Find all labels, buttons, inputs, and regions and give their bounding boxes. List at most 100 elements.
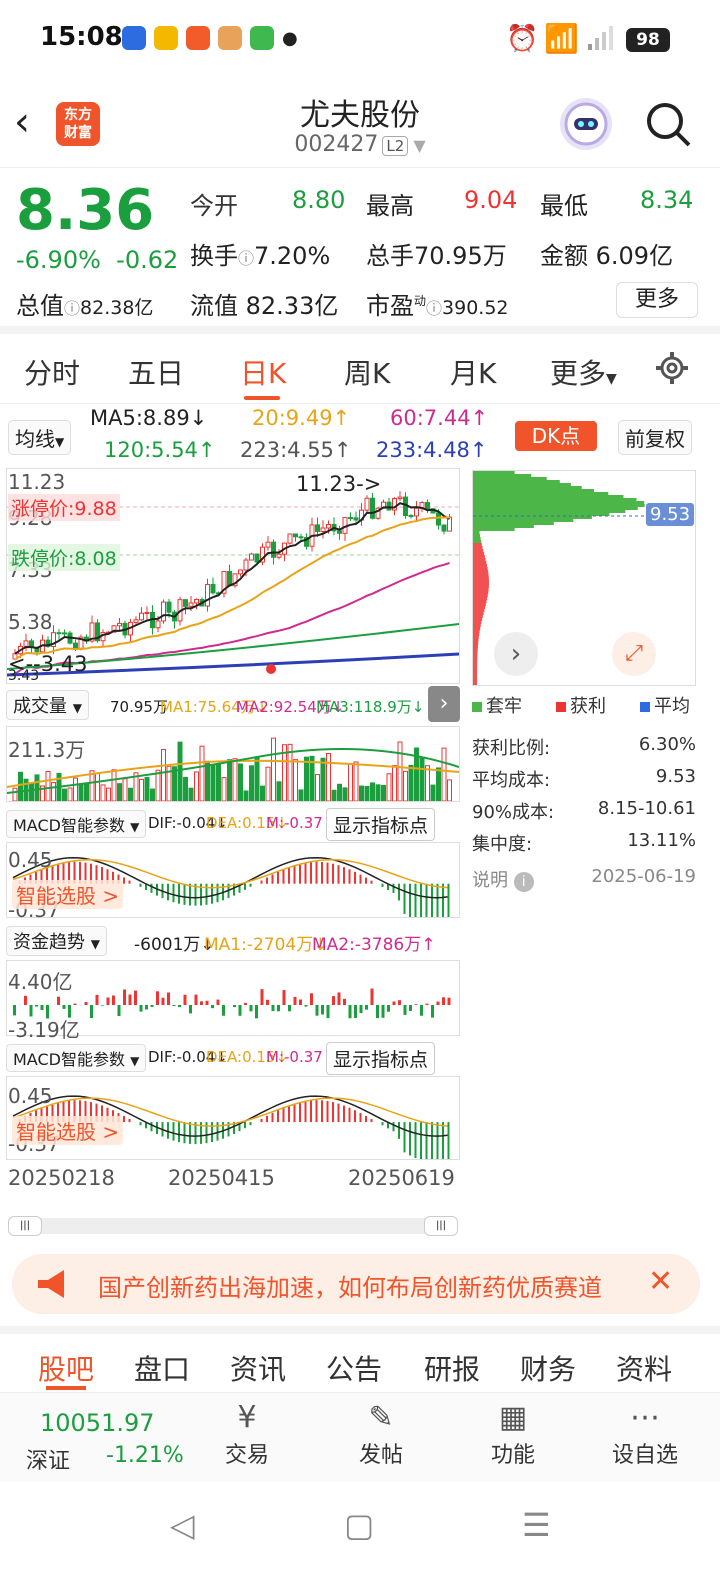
candle (144, 611, 150, 614)
chip-note-row[interactable]: 说明 i 2025-06-19 (472, 866, 696, 892)
date-label: 20250218 (8, 1166, 115, 1190)
app-notification-icon (218, 26, 242, 50)
chevron-right-icon[interactable]: › (494, 632, 538, 676)
tab-daily-k[interactable]: 日K (240, 352, 286, 392)
ma-selector[interactable]: 均线▼ (8, 420, 72, 455)
macd-bar (409, 1122, 411, 1156)
volume-bar (51, 782, 56, 802)
vol-ma3: MA3:118.9万↓ (316, 698, 425, 716)
chip-bar (473, 546, 483, 549)
tab-five-day[interactable]: 五日 (128, 352, 184, 392)
volume-selector[interactable]: 成交量 ▼ (6, 690, 89, 720)
legend-avg: 平均 (640, 692, 690, 718)
volume-bar (183, 776, 188, 802)
high-label: 最高 (366, 192, 414, 220)
bottom-bar: 10051.97 深证 -1.21% ¥ 交易 ✎ 发帖 ▦ 功能 ⋯ 设自选 (0, 1392, 720, 1482)
tab-profile[interactable]: 资料 (616, 1348, 672, 1388)
fund-bar (62, 1005, 66, 1009)
macd2-selector[interactable]: MACD智能参数 ▼ (6, 1044, 147, 1072)
megaphone-icon (38, 1270, 64, 1298)
macd-bar (183, 1122, 186, 1144)
volume-bar (249, 765, 254, 802)
low-value: 8.34 (640, 186, 694, 214)
notification-icons: ● (122, 26, 298, 50)
fund-bar (304, 1005, 308, 1007)
tab-forum[interactable]: 股吧 (38, 1348, 94, 1388)
function-button[interactable]: ▦ 功能 (468, 1393, 558, 1469)
volume-bar (370, 782, 375, 802)
stock-header: ‹ 东方 财富 尤夫股份 002427 L2 ▼ (0, 80, 720, 168)
search-icon[interactable] (644, 100, 692, 148)
trade-button[interactable]: ¥ 交易 (202, 1393, 292, 1469)
volume-bar (298, 789, 304, 802)
macd-selector[interactable]: MACD智能参数 ▼ (6, 810, 147, 838)
tab-order-book[interactable]: 盘口 (134, 1348, 190, 1388)
tab-research[interactable]: 研报 (424, 1348, 480, 1388)
volume-bar (210, 765, 216, 802)
chip-bar (473, 498, 637, 501)
add-watchlist-button[interactable]: ⋯ 设自选 (600, 1393, 690, 1469)
index-value[interactable]: 10051.97 (40, 1409, 155, 1437)
smart-pick-link[interactable]: 智能选股 > (12, 880, 124, 909)
macd-bar (315, 861, 318, 884)
chip-bar (473, 600, 487, 603)
fund-bar (277, 1005, 280, 1012)
macd-bar (431, 1122, 433, 1163)
tab-finance[interactable]: 财务 (520, 1348, 576, 1388)
show-indicator-button[interactable]: 显示指标点 (326, 1042, 436, 1075)
tab-intraday[interactable]: 分时 (24, 352, 80, 392)
candle (386, 501, 392, 511)
macd-bar (343, 867, 345, 884)
dk-point-button[interactable]: DK点 (515, 421, 597, 451)
macd-bar (244, 1122, 246, 1129)
expand-icon[interactable]: ⤢ (612, 632, 656, 676)
macd-bar (128, 1118, 131, 1123)
range-handle-left[interactable]: ||| (8, 1216, 42, 1236)
tab-announcements[interactable]: 公告 (326, 1348, 382, 1388)
show-indicator-button[interactable]: 显示指标点 (326, 808, 436, 841)
range-scrollbar[interactable]: ||| ||| (8, 1216, 458, 1236)
nav-menu-icon[interactable]: ☰ (522, 1506, 551, 1544)
open-field: 今开 (190, 192, 238, 220)
chevron-right-icon[interactable]: › (428, 686, 460, 722)
stock-code-row[interactable]: 002427 L2 ▼ (0, 132, 720, 157)
fund-bar (123, 989, 126, 1005)
fund-bar (84, 1002, 88, 1005)
tab-monthly-k[interactable]: 月K (450, 352, 496, 392)
nav-home-icon[interactable]: ▢ (344, 1506, 374, 1544)
fund-bar (392, 1001, 396, 1005)
chip-bar (473, 576, 489, 579)
nav-back-icon[interactable]: ◁ (170, 1506, 195, 1544)
close-icon[interactable]: ✕ (648, 1264, 673, 1299)
macd-bar (299, 1102, 301, 1123)
battery-icon: 98 (626, 28, 670, 52)
macd-bar (178, 883, 180, 904)
candle (408, 515, 414, 518)
gear-icon[interactable] (654, 350, 690, 386)
smart-pick-link[interactable]: 智能选股 > (12, 1116, 124, 1145)
fund-bar (150, 1005, 154, 1007)
volume-bar (408, 764, 414, 802)
more-button[interactable]: 更多 (616, 282, 698, 318)
volume-bar (139, 778, 144, 802)
assistant-avatar[interactable] (560, 98, 612, 150)
chip-bar (473, 594, 488, 597)
tab-weekly-k[interactable]: 周K (344, 352, 390, 392)
news-banner[interactable]: 国产创新药出海加速，如何布局创新药优质赛道 ✕ (12, 1254, 700, 1314)
tab-news[interactable]: 资讯 (230, 1348, 286, 1388)
range-handle-right[interactable]: ||| (424, 1216, 458, 1236)
volume-bar (403, 770, 408, 802)
chip-bar (473, 567, 488, 570)
macd-bar (310, 861, 312, 884)
adjust-button[interactable]: 前复权 (618, 420, 692, 455)
volume-bar (106, 787, 111, 802)
date-label: 20250619 (348, 1166, 455, 1190)
macd-bar (304, 1100, 307, 1123)
post-button[interactable]: ✎ 发帖 (336, 1393, 426, 1469)
macd-bar (260, 880, 263, 884)
turnover-field: 换手ⓘ7.20% (190, 242, 331, 270)
fund-selector[interactable]: 资金趋势 ▼ (6, 926, 107, 956)
fund-bar (271, 1005, 275, 1012)
tab-more[interactable]: 更多▼ (550, 352, 617, 392)
fund-bar (244, 1002, 247, 1005)
